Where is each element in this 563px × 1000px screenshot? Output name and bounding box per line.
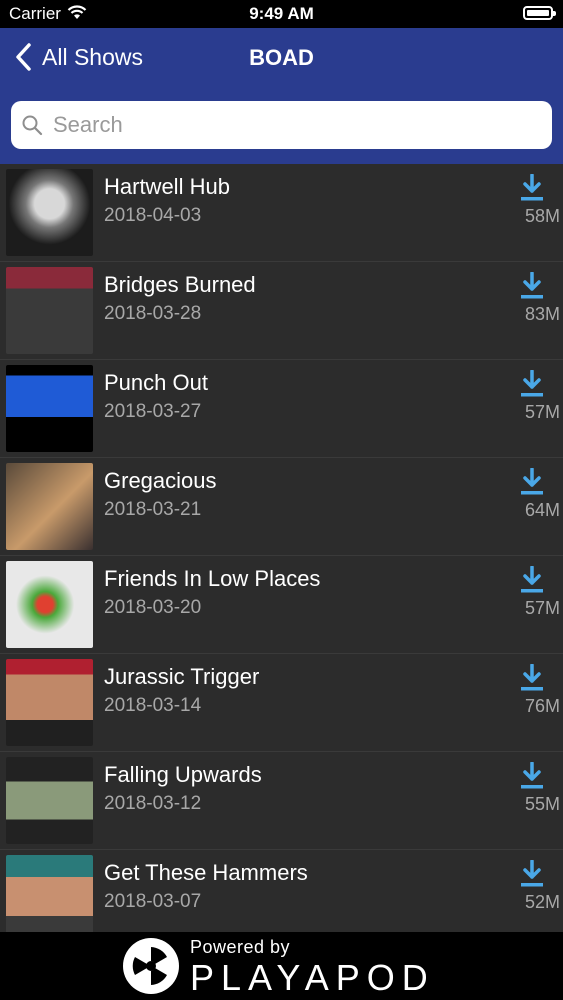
episode-row[interactable]: Punch Out 2018-03-27 57M [0,360,563,458]
episode-row[interactable]: Friends In Low Places 2018-03-20 57M [0,556,563,654]
download-icon[interactable] [520,272,544,300]
episode-thumbnail [6,659,93,746]
episode-date: 2018-03-14 [104,695,202,716]
episode-title: Gregacious [104,468,217,493]
episode-thumbnail [6,169,93,256]
episode-title: Hartwell Hub [104,174,230,199]
episode-date: 2018-03-20 [104,597,202,618]
episode-date: 2018-03-12 [104,793,202,814]
episode-row[interactable]: Hartwell Hub 2018-04-03 58M [0,164,563,262]
battery-icon [523,6,556,20]
episode-size: 57M [524,598,560,618]
episode-thumbnail [6,267,93,354]
episode-thumbnail [6,561,93,648]
episode-thumbnail [6,365,93,452]
episode-size: 52M [524,892,560,912]
download-icon[interactable] [520,762,544,790]
episode-title: Get These Hammers [104,860,308,885]
search-bar[interactable] [11,101,552,149]
episode-date: 2018-03-27 [104,401,202,422]
episode-date: 2018-04-03 [104,205,202,226]
episode-size: 55M [524,794,560,814]
powered-by-label: Powered by [190,937,291,957]
episode-date: 2018-03-28 [104,303,202,324]
brand-wordmark: PLAYAPOD [190,957,435,998]
episode-date: 2018-03-07 [104,891,202,912]
powered-by-footer: Powered by PLAYAPOD [0,932,563,1000]
episode-row[interactable]: Bridges Burned 2018-03-28 83M [0,262,563,360]
download-icon[interactable] [520,664,544,692]
download-icon[interactable] [520,370,544,398]
episode-size: 76M [524,696,560,716]
reel-icon [123,938,179,994]
episode-size: 64M [524,500,560,520]
episode-size: 57M [524,402,560,422]
page-title: BOAD [249,45,314,70]
episode-thumbnail [6,463,93,550]
episode-row[interactable]: Falling Upwards 2018-03-12 55M [0,752,563,850]
episode-size: 58M [524,206,560,226]
clock: 9:49 AM [249,4,314,23]
episode-size: 83M [524,304,560,324]
episode-title: Friends In Low Places [104,566,321,591]
episode-row[interactable]: Gregacious 2018-03-21 64M [0,458,563,556]
episode-thumbnail [6,855,93,932]
episode-row[interactable]: Jurassic Trigger 2018-03-14 76M [0,654,563,752]
download-icon[interactable] [520,860,544,888]
episode-title: Jurassic Trigger [104,664,260,689]
download-icon[interactable] [520,174,544,202]
episode-title: Falling Upwards [104,762,262,787]
status-bar: Carrier 9:49 AM [0,0,563,28]
episode-title: Bridges Burned [104,272,256,297]
download-icon[interactable] [520,468,544,496]
download-icon[interactable] [520,566,544,594]
episode-list: Hartwell Hub 2018-04-03 58M Bridges Burn… [0,164,563,932]
episode-thumbnail [6,757,93,844]
episode-date: 2018-03-21 [104,499,202,520]
episode-row[interactable]: Get These Hammers 2018-03-07 52M [0,850,563,932]
navigation-bar: All Shows BOAD [0,28,563,164]
search-icon [22,115,43,136]
episode-title: Punch Out [104,370,208,395]
search-input[interactable] [51,111,535,139]
